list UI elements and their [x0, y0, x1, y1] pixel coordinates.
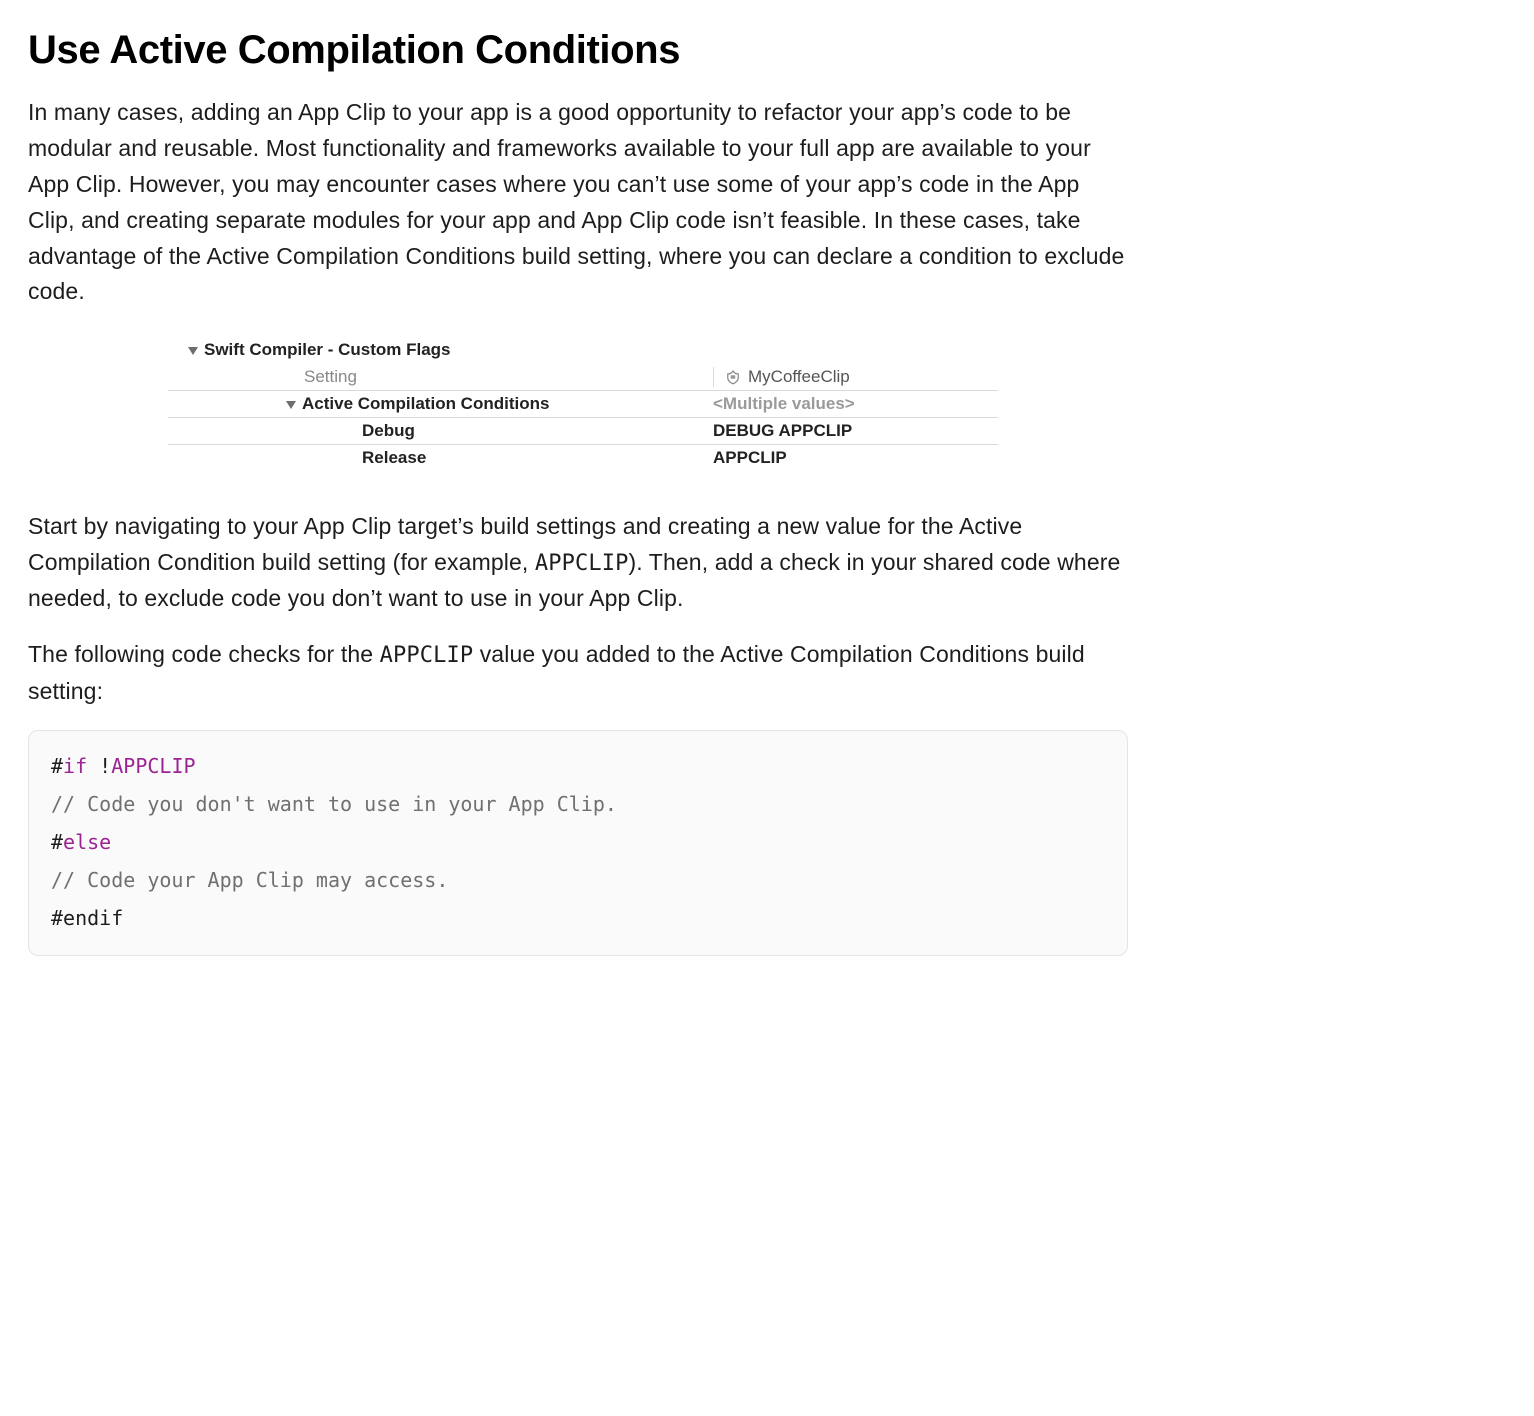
inline-code: APPCLIP	[535, 551, 629, 576]
settings-item-row[interactable]: Release APPCLIP	[168, 444, 998, 471]
chevron-down-icon	[286, 401, 296, 409]
settings-subgroup-label: Active Compilation Conditions	[302, 394, 549, 414]
settings-group-row: Swift Compiler - Custom Flags	[168, 336, 998, 363]
settings-group-title[interactable]: Swift Compiler - Custom Flags	[168, 340, 451, 360]
paragraph-intro: In many cases, adding an App Clip to you…	[28, 95, 1128, 310]
settings-header-row: Setting MyCoffeeClip	[168, 363, 998, 390]
code-line: #else	[51, 823, 1105, 861]
paragraph-steps: Start by navigating to your App Clip tar…	[28, 509, 1128, 617]
paragraph-code-intro: The following code checks for the APPCLI…	[28, 637, 1128, 709]
settings-item-label: Debug	[362, 421, 415, 441]
settings-item-value: APPCLIP	[713, 448, 787, 468]
settings-item-row[interactable]: Debug DEBUG APPCLIP	[168, 417, 998, 444]
target-name: MyCoffeeClip	[748, 367, 850, 387]
build-settings-panel: Swift Compiler - Custom Flags Setting My…	[168, 336, 998, 471]
settings-item-value: DEBUG APPCLIP	[713, 421, 852, 441]
code-symbol: APPCLIP	[111, 754, 195, 778]
settings-item-label: Release	[362, 448, 426, 468]
code-comment: // Code your App Clip may access.	[51, 861, 1105, 899]
section-heading: Use Active Compilation Conditions	[28, 28, 1128, 73]
settings-group-label: Swift Compiler - Custom Flags	[204, 340, 451, 360]
code-block: #if !APPCLIP // Code you don't want to u…	[28, 730, 1128, 956]
settings-subgroup-value: <Multiple values>	[713, 394, 855, 414]
settings-subgroup-row[interactable]: Active Compilation Conditions <Multiple …	[168, 390, 998, 417]
code-line: #endif	[51, 899, 1105, 937]
code-line: #if !APPCLIP	[51, 747, 1105, 785]
code-keyword: else	[63, 830, 111, 854]
code-keyword: if	[63, 754, 87, 778]
settings-column-label: Setting	[304, 367, 357, 387]
article-container: Use Active Compilation Conditions In man…	[28, 28, 1128, 956]
chevron-down-icon	[188, 347, 198, 355]
code-comment: // Code you don't want to use in your Ap…	[51, 785, 1105, 823]
inline-code: APPCLIP	[380, 643, 474, 668]
text-run: The following code checks for the	[28, 641, 380, 667]
appclip-target-icon	[724, 368, 742, 386]
